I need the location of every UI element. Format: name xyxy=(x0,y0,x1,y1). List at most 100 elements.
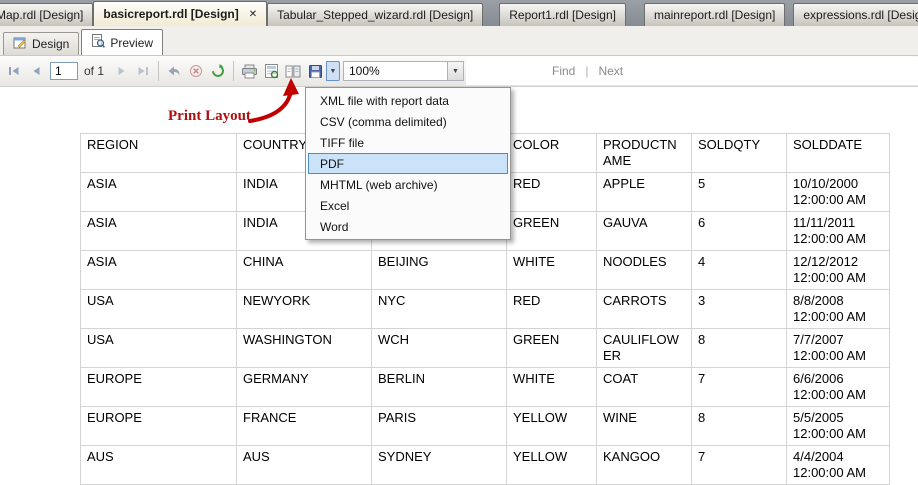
previous-page-button[interactable] xyxy=(25,60,47,82)
table-cell: 8/8/2008 12:00:00 AM xyxy=(786,289,890,329)
print-button[interactable] xyxy=(238,60,260,82)
next-page-button[interactable] xyxy=(110,60,132,82)
table-cell: WHITE xyxy=(506,367,597,407)
export-menu-item[interactable]: Excel xyxy=(308,195,508,216)
table-cell: 7 xyxy=(691,367,787,407)
export-menu-item[interactable]: XML file with report data xyxy=(308,90,508,111)
table-cell: GERMANY xyxy=(236,367,372,407)
table-cell: EUROPE xyxy=(80,406,237,446)
export-button[interactable] xyxy=(304,60,326,82)
table-cell: WHITE xyxy=(506,250,597,290)
table-cell: WCH xyxy=(371,328,507,368)
table-cell: BEIJING xyxy=(371,250,507,290)
current-page-input[interactable] xyxy=(50,62,78,80)
export-menu-item[interactable]: MHTML (web archive) xyxy=(308,174,508,195)
table-row: AUS AUS SYDNEY YELLOW KANGOO 7 4/4/2004 12:00:… xyxy=(80,445,890,485)
table-cell: 4/4/2004 12:00:00 AM xyxy=(786,445,890,485)
column-header: PRODUCTNAME xyxy=(596,133,692,173)
tab-preview[interactable]: Preview xyxy=(81,29,164,55)
export-dropdown-button[interactable]: ▼ xyxy=(326,61,341,81)
page-count-label: of 1 xyxy=(84,64,105,78)
table-cell: ASIA xyxy=(80,172,237,212)
table-cell: NOODLES xyxy=(596,250,692,290)
preview-icon xyxy=(91,34,106,51)
table-cell: USA xyxy=(80,328,237,368)
report-toolbar: of 1 ▼ 100% ▼ Find | Next xyxy=(0,56,918,87)
column-header: COLOR xyxy=(506,133,597,173)
chevron-down-icon: ▼ xyxy=(452,67,459,75)
print-layout-button[interactable] xyxy=(260,60,282,82)
document-tab[interactable]: Report1.rdl [Design] xyxy=(499,3,626,26)
document-tab[interactable]: Tabular_Stepped_wizard.rdl [Design] xyxy=(267,3,484,26)
table-cell: ASIA xyxy=(80,211,237,251)
stop-rendering-button[interactable] xyxy=(185,60,207,82)
last-page-button[interactable] xyxy=(132,60,154,82)
first-page-button[interactable] xyxy=(3,60,25,82)
table-cell: FRANCE xyxy=(236,406,372,446)
table-cell: AUS xyxy=(236,445,372,485)
design-icon xyxy=(13,36,27,53)
table-cell: 4 xyxy=(691,250,787,290)
table-row: EUROPE FRANCE PARIS YELLOW WINE 8 5/5/2005 12:… xyxy=(80,406,890,446)
page-setup-button[interactable] xyxy=(282,60,304,82)
document-tab-bar: Map.rdl [Design] basicreport.rdl [Design]… xyxy=(0,0,918,26)
table-cell: 8 xyxy=(691,328,787,368)
table-cell: WASHINGTON xyxy=(236,328,372,368)
document-tab-label: Report1.rdl [Design] xyxy=(509,8,616,22)
table-cell: YELLOW xyxy=(506,445,597,485)
table-row: EUROPE GERMANY BERLIN WHITE COAT 7 6/6/2006 12… xyxy=(80,367,890,407)
back-to-parent-button[interactable] xyxy=(163,60,185,82)
table-cell: ASIA xyxy=(80,250,237,290)
table-cell: KANGOO xyxy=(596,445,692,485)
export-menu-item[interactable]: CSV (comma delimited) xyxy=(308,111,508,132)
table-cell: 5/5/2005 12:00:00 AM xyxy=(786,406,890,446)
find-area: Find | Next xyxy=(466,57,918,85)
table-cell: CARROTS xyxy=(596,289,692,329)
table-cell: BERLIN xyxy=(371,367,507,407)
find-input[interactable] xyxy=(476,62,542,80)
table-cell: 6/6/2006 12:00:00 AM xyxy=(786,367,890,407)
refresh-button[interactable] xyxy=(207,60,229,82)
document-tab[interactable]: expressions.rdl [Design] xyxy=(793,3,918,26)
zoom-combobox[interactable]: 100% ▼ xyxy=(343,61,464,81)
table-cell: YELLOW xyxy=(506,406,597,446)
tab-design[interactable]: Design xyxy=(3,32,80,55)
export-menu-item[interactable]: Word xyxy=(308,216,508,237)
table-cell: WINE xyxy=(596,406,692,446)
table-cell: 6 xyxy=(691,211,787,251)
table-cell: CAULIFLOWER xyxy=(596,328,692,368)
table-cell: PARIS xyxy=(371,406,507,446)
document-tab-label: Map.rdl [Design] xyxy=(0,8,84,22)
table-row: ASIA CHINA BEIJING WHITE NOODLES 4 12/12/2012 … xyxy=(80,250,890,290)
table-cell: RED xyxy=(506,289,597,329)
table-cell: 11/11/2011 12:00:00 AM xyxy=(786,211,890,251)
zoom-value: 100% xyxy=(349,64,380,78)
table-cell: 12/12/2012 12:00:00 AM xyxy=(786,250,890,290)
export-menu-item[interactable]: PDF xyxy=(308,153,508,174)
column-header: SOLDDATE xyxy=(786,133,890,173)
find-button[interactable]: Find xyxy=(552,64,575,78)
table-cell: SYDNEY xyxy=(371,445,507,485)
table-row: USA WASHINGTON WCH GREEN CAULIFLOWER 8 7/7/200… xyxy=(80,328,890,368)
find-next-button[interactable]: Next xyxy=(598,64,623,78)
export-menu-item[interactable]: TIFF file xyxy=(308,132,508,153)
table-cell: 3 xyxy=(691,289,787,329)
document-tab-label: Tabular_Stepped_wizard.rdl [Design] xyxy=(277,8,474,22)
table-cell: 5 xyxy=(691,172,787,212)
document-tab[interactable]: Map.rdl [Design] xyxy=(0,3,94,26)
table-cell: COAT xyxy=(596,367,692,407)
chevron-down-icon: ▼ xyxy=(329,67,337,75)
table-cell: NEWYORK xyxy=(236,289,372,329)
tab-close-icon[interactable]: ✕ xyxy=(249,9,257,20)
table-cell: GREEN xyxy=(506,211,597,251)
document-tab-active[interactable]: basicreport.rdl [Design] ✕ xyxy=(93,1,268,26)
document-tab[interactable]: mainreport.rdl [Design] xyxy=(643,3,786,26)
table-cell: 10/10/2000 12:00:00 AM xyxy=(786,172,890,212)
export-format-menu: XML file with report data CSV (comma deli… xyxy=(305,87,511,240)
zoom-dropdown-button[interactable]: ▼ xyxy=(447,62,463,80)
table-cell: CHINA xyxy=(236,250,372,290)
document-tab-label: basicreport.rdl [Design] xyxy=(103,7,239,21)
table-cell: NYC xyxy=(371,289,507,329)
column-header: SOLDQTY xyxy=(691,133,787,173)
document-tab-label: expressions.rdl [Design] xyxy=(803,8,918,22)
